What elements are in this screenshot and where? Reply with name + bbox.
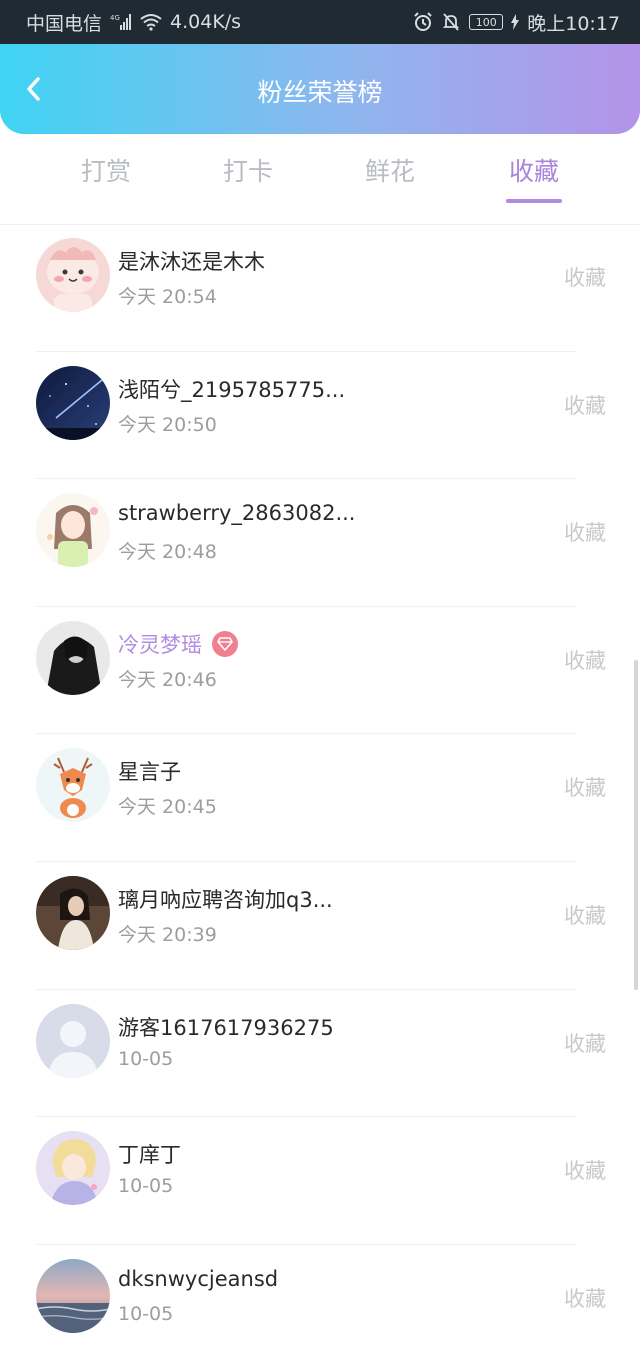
avatar (36, 875, 110, 950)
mute-bell-icon (441, 12, 461, 32)
favorite-label: 收藏 (564, 1031, 606, 1056)
fan-name-vip: 冷灵梦瑶 (118, 629, 238, 659)
list-item[interactable]: strawberry_2863082... 今天 20:48 收藏 (36, 479, 606, 607)
tab-bar: 打赏 打卡 鲜花 收藏 (0, 134, 640, 225)
avatar (36, 1003, 110, 1078)
list-item[interactable]: dksnwycjeansd 10-05 收藏 (36, 1245, 606, 1372)
fan-time: 10-05 (118, 1175, 174, 1198)
fan-time: 今天 20:39 (118, 923, 217, 946)
clock-time: 晚上10:17 (527, 12, 620, 35)
network-type: 4G (110, 14, 120, 22)
tab-favorites[interactable]: 收藏 (474, 152, 594, 188)
tab-checkin[interactable]: 打卡 (188, 152, 308, 188)
favorite-label: 收藏 (564, 1286, 606, 1311)
page-title: 粉丝荣誉榜 (257, 78, 383, 107)
fan-time: 今天 20:46 (118, 668, 217, 691)
avatar (36, 1131, 110, 1206)
scrollbar[interactable] (634, 660, 638, 990)
avatar (36, 1258, 110, 1333)
fan-time: 今天 20:50 (118, 413, 217, 436)
list-item[interactable]: 璃月吶应聘咨询加q3... 今天 20:39 收藏 (36, 862, 606, 990)
battery-icon: 100 (469, 14, 504, 30)
favorite-label: 收藏 (564, 1159, 606, 1184)
fan-name: dksnwycjeansd (118, 1266, 279, 1291)
fan-name: 冷灵梦瑶 (118, 632, 202, 657)
network-speed: 4.04K/s (170, 11, 242, 33)
fan-name: 是沐沐还是木木 (118, 250, 265, 274)
list-item[interactable]: 是沐沐还是木木 今天 20:54 收藏 (36, 224, 606, 352)
tab-reward[interactable]: 打赏 (46, 152, 166, 188)
favorite-label: 收藏 (564, 776, 606, 801)
fan-time: 10-05 (118, 1302, 174, 1325)
list-item[interactable]: 丁庠丁 10-05 收藏 (36, 1117, 606, 1245)
fan-name: 浅陌兮_2195785775... (118, 377, 346, 402)
fan-time: 10-05 (118, 1047, 174, 1070)
active-tab-indicator (506, 199, 562, 203)
list-item[interactable]: 游客1617617936275 10-05 收藏 (36, 990, 606, 1118)
favorite-label: 收藏 (564, 903, 606, 928)
wifi-icon (140, 13, 162, 31)
fan-name: 星言子 (118, 760, 181, 785)
avatar (36, 493, 110, 568)
diamond-icon (212, 630, 238, 657)
favorite-label: 收藏 (564, 648, 606, 673)
alarm-icon (413, 12, 433, 32)
avatar (36, 620, 110, 695)
fan-time: 今天 20:45 (118, 796, 217, 819)
avatar (36, 365, 110, 440)
list-item[interactable]: 浅陌兮_2195785775... 今天 20:50 收藏 (36, 352, 606, 480)
avatar (36, 238, 110, 312)
fan-time: 今天 20:54 (118, 286, 217, 308)
fan-name: 游客1617617936275 (118, 1015, 334, 1040)
fan-name: strawberry_2863082... (118, 501, 356, 526)
list-item[interactable]: 星言子 今天 20:45 收藏 (36, 734, 606, 862)
signal-icon: 4G (110, 13, 132, 31)
fan-name: 璃月吶应聘咨询加q3... (118, 887, 333, 912)
fan-time: 今天 20:48 (118, 541, 217, 564)
tab-flowers[interactable]: 鲜花 (330, 152, 450, 188)
charging-icon (511, 14, 520, 30)
fan-list: 是沐沐还是木木 今天 20:54 收藏 浅陌兮_2195785775... 今天… (0, 224, 640, 1372)
fan-name: 丁庠丁 (118, 1143, 181, 1168)
favorite-label: 收藏 (564, 266, 606, 290)
favorite-label: 收藏 (564, 393, 606, 418)
avatar (36, 748, 110, 823)
status-bar: 中国电信 4G 4.04K/s 100 晚上10:17 (0, 0, 640, 44)
carrier-label: 中国电信 (26, 12, 103, 35)
list-item[interactable]: 冷灵梦瑶 今天 20:46 收藏 (36, 607, 606, 735)
favorite-label: 收藏 (564, 521, 606, 546)
page-header: 粉丝荣誉榜 (0, 44, 640, 134)
